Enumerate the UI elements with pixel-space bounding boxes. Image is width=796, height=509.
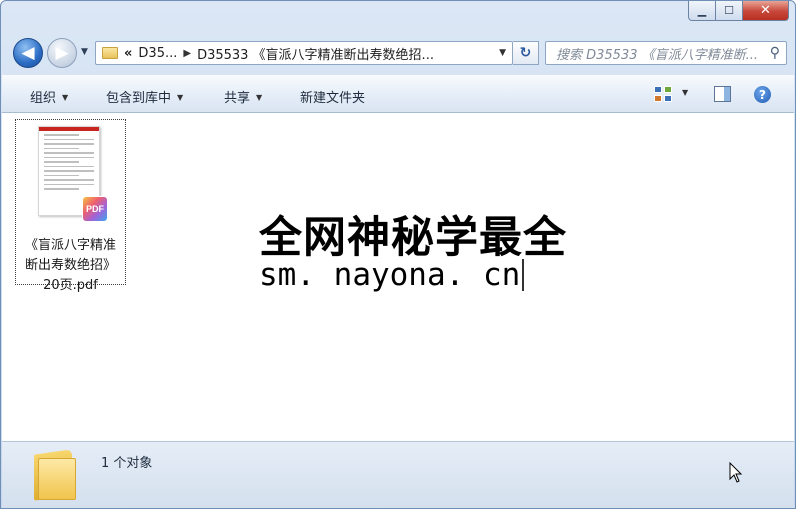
navigation-bar: ◀ ▶ ▼ « D35... ▶ D35533 《盲派八字精准断出寿数绝招...… [11, 38, 787, 70]
view-options-dropdown[interactable]: ▼ [682, 88, 688, 97]
close-button[interactable]: ✕ [743, 1, 789, 21]
search-placeholder: 搜索 D35533 《盲派八字精准断... [556, 47, 759, 63]
watermark-overlay: 全网神秘学最全 sm. nayona. cn [253, 201, 566, 303]
explorer-window: ▁ ☐ ✕ ◀ ▶ ▼ « D35... ▶ D35533 《盲派八字精准断出寿… [0, 0, 796, 509]
file-name-line: 20页.pdf [43, 278, 98, 293]
include-in-library-menu[interactable]: 包含到库中 ▼ [106, 87, 183, 106]
recent-pages-dropdown[interactable]: ▼ [81, 47, 88, 57]
command-bar: 组织 ▼ 包含到库中 ▼ 共享 ▼ 新建文件夹 ▼ ? [2, 75, 794, 113]
search-input[interactable]: 搜索 D35533 《盲派八字精准断... ⚲ [545, 41, 787, 65]
organize-label: 组织 [30, 91, 57, 106]
thumbnail-header-bar [39, 127, 99, 131]
item-count: 1 个对象 [101, 456, 153, 471]
chevron-down-icon: ▼ [177, 93, 184, 102]
new-folder-button[interactable]: 新建文件夹 [300, 87, 365, 106]
chevron-down-icon: ▼ [62, 93, 69, 102]
address-dropdown-icon[interactable]: ▼ [493, 48, 512, 58]
maximize-button[interactable]: ☐ [716, 1, 743, 21]
text-cursor [522, 259, 525, 291]
share-menu[interactable]: 共享 ▼ [224, 87, 262, 106]
details-pane: 1 个对象 [2, 441, 794, 508]
address-bar[interactable]: « D35... ▶ D35533 《盲派八字精准断出寿数绝招... ▼ [95, 41, 513, 65]
file-item[interactable]: PDF 《盲派八字精准 断出寿数绝招》 20页.pdf [15, 119, 126, 293]
caption-buttons: ▁ ☐ ✕ [688, 1, 789, 21]
breadcrumb-overflow[interactable]: « [124, 46, 132, 61]
minimize-button[interactable]: ▁ [688, 1, 716, 21]
back-button[interactable]: ◀ [13, 38, 43, 68]
refresh-button[interactable]: ↻ [513, 41, 539, 65]
file-name-line: 《盲派八字精准 [24, 238, 116, 253]
organize-menu[interactable]: 组织 ▼ [30, 87, 68, 106]
include-in-library-label: 包含到库中 [106, 91, 172, 106]
folder-icon [102, 47, 118, 59]
folder-icon [32, 446, 78, 501]
help-icon[interactable]: ? [754, 86, 771, 103]
forward-button[interactable]: ▶ [47, 38, 77, 68]
breadcrumb-item-current[interactable]: D35533 《盲派八字精准断出寿数绝招... [197, 44, 434, 63]
file-name-line: 断出寿数绝招》 [24, 258, 116, 273]
watermark-url: sm. nayona. cn [259, 257, 521, 293]
preview-pane-icon[interactable] [714, 86, 731, 102]
share-label: 共享 [224, 91, 251, 106]
new-folder-label: 新建文件夹 [300, 91, 366, 106]
breadcrumb-item[interactable]: D35... [138, 46, 177, 61]
file-list-view[interactable]: PDF 《盲派八字精准 断出寿数绝招》 20页.pdf 全网神秘学最全 sm. … [2, 113, 794, 441]
chevron-down-icon: ▼ [256, 93, 263, 102]
watermark-title: 全网神秘学最全 [259, 213, 567, 263]
search-icon[interactable]: ⚲ [770, 45, 780, 61]
watermark-url-line: sm. nayona. cn [259, 257, 525, 293]
breadcrumb-separator[interactable]: ▶ [183, 48, 191, 59]
file-name: 《盲派八字精准 断出寿数绝招》 20页.pdf [16, 236, 125, 296]
change-view-icon[interactable] [654, 86, 672, 102]
pdf-file-icon: PDF [82, 196, 108, 222]
